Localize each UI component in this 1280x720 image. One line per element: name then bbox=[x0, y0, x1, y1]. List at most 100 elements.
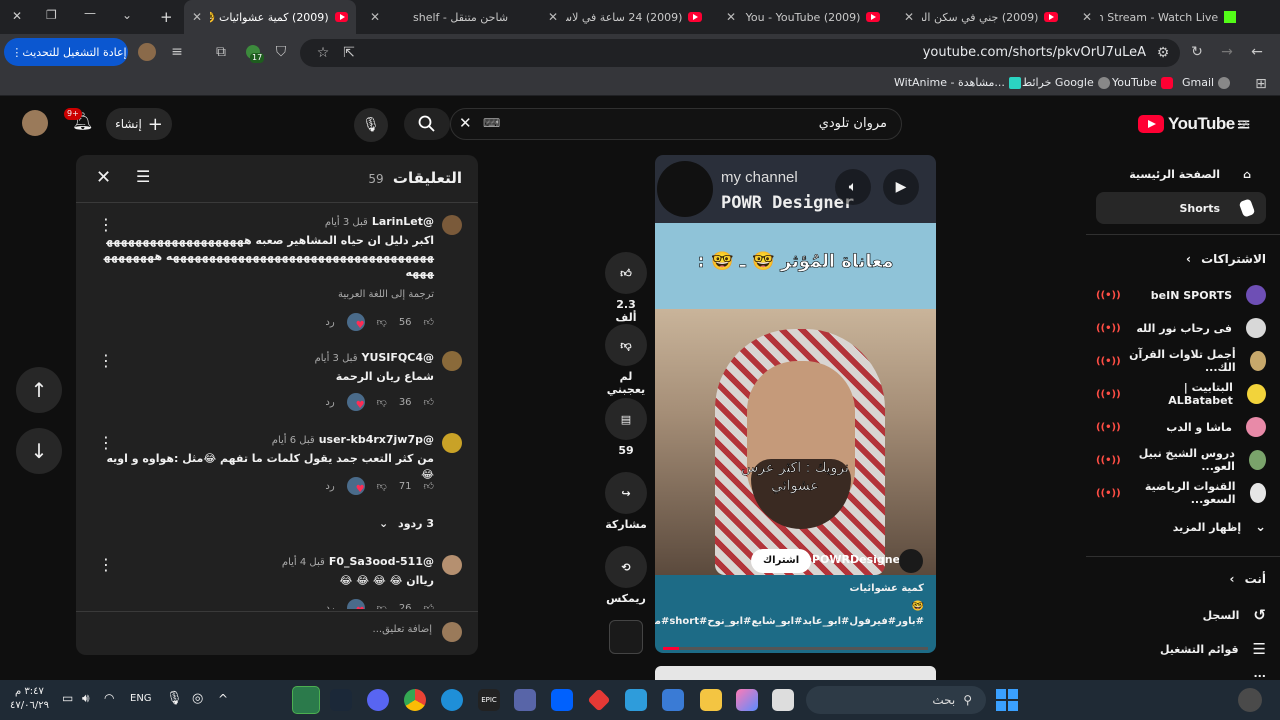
clear-search-icon[interactable]: ✕ bbox=[459, 114, 472, 132]
app-red-icon[interactable] bbox=[587, 688, 611, 712]
browser-tab[interactable]: ✕ (2009) جني في سكن الطالبا bbox=[896, 0, 1066, 34]
sidebar-item-history[interactable]: ↺ السجل bbox=[1096, 600, 1266, 630]
sidebar-item-shorts[interactable]: Shorts bbox=[1096, 192, 1266, 224]
edge-icon[interactable] bbox=[441, 689, 463, 711]
browser-tab[interactable]: ✕ شاحن متنقل - shelf bbox=[362, 0, 532, 34]
microphone-icon[interactable]: 🎙 bbox=[166, 691, 183, 706]
next-short-preview[interactable] bbox=[655, 666, 936, 680]
remix-button[interactable]: ⟲ ريمكس bbox=[605, 546, 647, 605]
store-icon[interactable] bbox=[662, 689, 684, 711]
browser-tab[interactable]: ✕ (2009) Over You - YouTube bbox=[718, 0, 888, 34]
show-more-button[interactable]: ⌄ إظهار المزيد bbox=[1096, 512, 1266, 542]
comment-menu-icon[interactable]: ⋮ bbox=[98, 351, 114, 370]
reply-button[interactable]: رد bbox=[325, 603, 334, 610]
comment-author[interactable]: @user-kb4rx7jw7p bbox=[319, 433, 434, 446]
bookmark-maps[interactable]: خرائط Google bbox=[1022, 76, 1110, 89]
notifications-button[interactable]: 🔔︎ 9+ bbox=[64, 108, 94, 132]
close-tab-icon[interactable]: ✕ bbox=[548, 10, 558, 24]
dislike-icon[interactable]: 👎︎ bbox=[377, 480, 387, 492]
media-control-icon[interactable]: ≡ bbox=[168, 43, 186, 61]
window-close-icon[interactable]: ✕ bbox=[12, 9, 22, 23]
view-replies-button[interactable]: 3 ردود ⌄ bbox=[379, 517, 434, 530]
sort-icon[interactable]: ☰ bbox=[136, 167, 150, 186]
browser-tab[interactable]: ✕ (2009) 24 ساعة في لاس فيغ bbox=[540, 0, 710, 34]
avatar[interactable] bbox=[442, 555, 462, 575]
dislike-button[interactable]: 👎︎ لم يعجبني bbox=[605, 324, 647, 396]
sidebar-item-more[interactable]: ... bbox=[1096, 666, 1266, 680]
dislike-icon[interactable]: 👎︎ bbox=[377, 396, 387, 408]
window-minimize-icon[interactable]: — bbox=[84, 6, 96, 20]
language-indicator[interactable]: ENG bbox=[130, 693, 152, 704]
reply-button[interactable]: رد bbox=[325, 317, 334, 328]
taskbar-app-icon[interactable] bbox=[772, 689, 794, 711]
tab-search-icon[interactable]: ⌄ bbox=[122, 8, 132, 22]
wifi-icon[interactable]: ◠ bbox=[104, 691, 114, 705]
close-tab-icon[interactable]: ✕ bbox=[904, 10, 914, 24]
forward-icon[interactable]: → bbox=[1218, 43, 1236, 61]
sidebar-item-playlists[interactable]: ☰ قوائم التشغيل bbox=[1096, 634, 1266, 664]
reply-button[interactable]: رد bbox=[325, 397, 334, 408]
create-button[interactable]: إنشاء + bbox=[106, 108, 172, 140]
translate-link[interactable]: ترجمة إلى اللغة العربية bbox=[338, 289, 434, 300]
next-short-button[interactable]: ↓ bbox=[16, 428, 62, 474]
browser-tab[interactable]: ✕ a8sm Stream - Watch Live bbox=[1074, 0, 1244, 34]
close-tab-icon[interactable]: ✕ bbox=[726, 10, 736, 24]
search-button[interactable] bbox=[404, 108, 450, 140]
install-app-icon[interactable]: ⇱ bbox=[340, 44, 358, 62]
close-icon[interactable]: ✕ bbox=[96, 167, 111, 188]
add-comment-row[interactable]: إضافة تعليق... bbox=[76, 612, 478, 655]
file-explorer-icon[interactable] bbox=[700, 689, 722, 711]
extensions-icon[interactable]: ⧉ bbox=[212, 43, 230, 61]
mail-icon[interactable] bbox=[625, 689, 647, 711]
epic-games-icon[interactable]: EPIC bbox=[478, 689, 500, 711]
discord-icon[interactable] bbox=[367, 689, 389, 711]
search-input[interactable]: مروان تلودي bbox=[819, 116, 887, 131]
comment-menu-icon[interactable]: ⋮ bbox=[98, 433, 114, 452]
start-button[interactable] bbox=[996, 689, 1018, 711]
avatar[interactable] bbox=[442, 215, 462, 235]
like-button[interactable]: 👍︎ 2.3 ألف bbox=[605, 252, 647, 324]
sidebar-sub-item[interactable]: القنوات الرياضية السعو... ((•)) bbox=[1096, 478, 1266, 508]
app-tray-icon[interactable]: ◎ bbox=[192, 691, 203, 706]
browser-tab-active[interactable]: ✕ (2009) كمية عشوائيات 🤓 !# bbox=[184, 0, 356, 34]
sidebar-sub-item[interactable]: أجمل تلاوات القرآن الك... ((•)) bbox=[1096, 346, 1266, 376]
comment-author[interactable]: @LarinLet bbox=[372, 215, 434, 228]
sidebar-item-home[interactable]: ⌂ الصفحة الرئيسية bbox=[1096, 158, 1266, 190]
shield-icon[interactable]: ⛉ bbox=[272, 43, 290, 61]
previous-short-button[interactable]: ↑ bbox=[16, 367, 62, 413]
avatar[interactable] bbox=[442, 433, 462, 453]
account-avatar[interactable] bbox=[22, 110, 48, 136]
reply-button[interactable]: رد bbox=[325, 481, 334, 492]
bookmark-youtube[interactable]: YouTube bbox=[1112, 76, 1173, 89]
new-tab-icon[interactable]: + bbox=[160, 8, 173, 26]
bookmark-star-icon[interactable]: ☆ bbox=[314, 44, 332, 62]
progress-track[interactable] bbox=[663, 647, 928, 650]
sidebar-sub-item[interactable]: ماشا و الدب ((•)) bbox=[1096, 412, 1266, 442]
weather-icon[interactable] bbox=[1238, 688, 1262, 712]
profile-avatar-icon[interactable] bbox=[138, 43, 156, 61]
sidebar-sub-item[interactable]: فى رحاب نور الله ((•)) bbox=[1096, 313, 1266, 343]
clock[interactable]: ٣:٤٧ م ٤٧/٠٦/٢٩ bbox=[10, 685, 49, 713]
youtube-logo[interactable]: YouTube SA bbox=[1138, 114, 1249, 134]
update-restart-button[interactable]: ⋮ إعادة التشغيل للتحديث bbox=[4, 38, 128, 66]
chevron-up-icon[interactable]: ^ bbox=[218, 692, 228, 706]
copilot-icon[interactable] bbox=[736, 689, 758, 711]
comment-menu-icon[interactable]: ⋮ bbox=[98, 215, 114, 234]
like-icon[interactable]: 👍︎ bbox=[424, 396, 434, 408]
dislike-icon[interactable]: 👎︎ bbox=[377, 602, 387, 609]
channel-avatar[interactable] bbox=[899, 549, 923, 573]
keyboard-icon[interactable]: ⌨ bbox=[483, 116, 500, 130]
site-settings-icon[interactable]: ⚙ bbox=[1154, 44, 1172, 62]
volume-icon[interactable]: 🔊︎ bbox=[82, 691, 90, 706]
short-hashtags[interactable]: 🤓 #باور#فيرفول#ابو_عابد#ابو_شايع#ابو_نوح… bbox=[655, 599, 924, 629]
play-button[interactable]: ▶ bbox=[883, 169, 919, 205]
dislike-icon[interactable]: 👎︎ bbox=[377, 316, 387, 328]
voice-search-button[interactable]: 🎙 bbox=[354, 108, 388, 142]
chrome-icon[interactable] bbox=[404, 689, 426, 711]
comment-author[interactable]: @F0_Sa3ood-511 bbox=[329, 555, 434, 568]
channel-handle[interactable]: @POWRDesigner bbox=[801, 553, 906, 566]
sidebar-sub-item[interactable]: البتابيت | ALBatabet ((•)) bbox=[1096, 379, 1266, 409]
close-tab-icon[interactable]: ✕ bbox=[1082, 10, 1092, 24]
app-icon[interactable] bbox=[514, 689, 536, 711]
short-video-player[interactable]: my channel POWR Designer 🔈︎ ▶ معاناة الم… bbox=[655, 155, 936, 653]
